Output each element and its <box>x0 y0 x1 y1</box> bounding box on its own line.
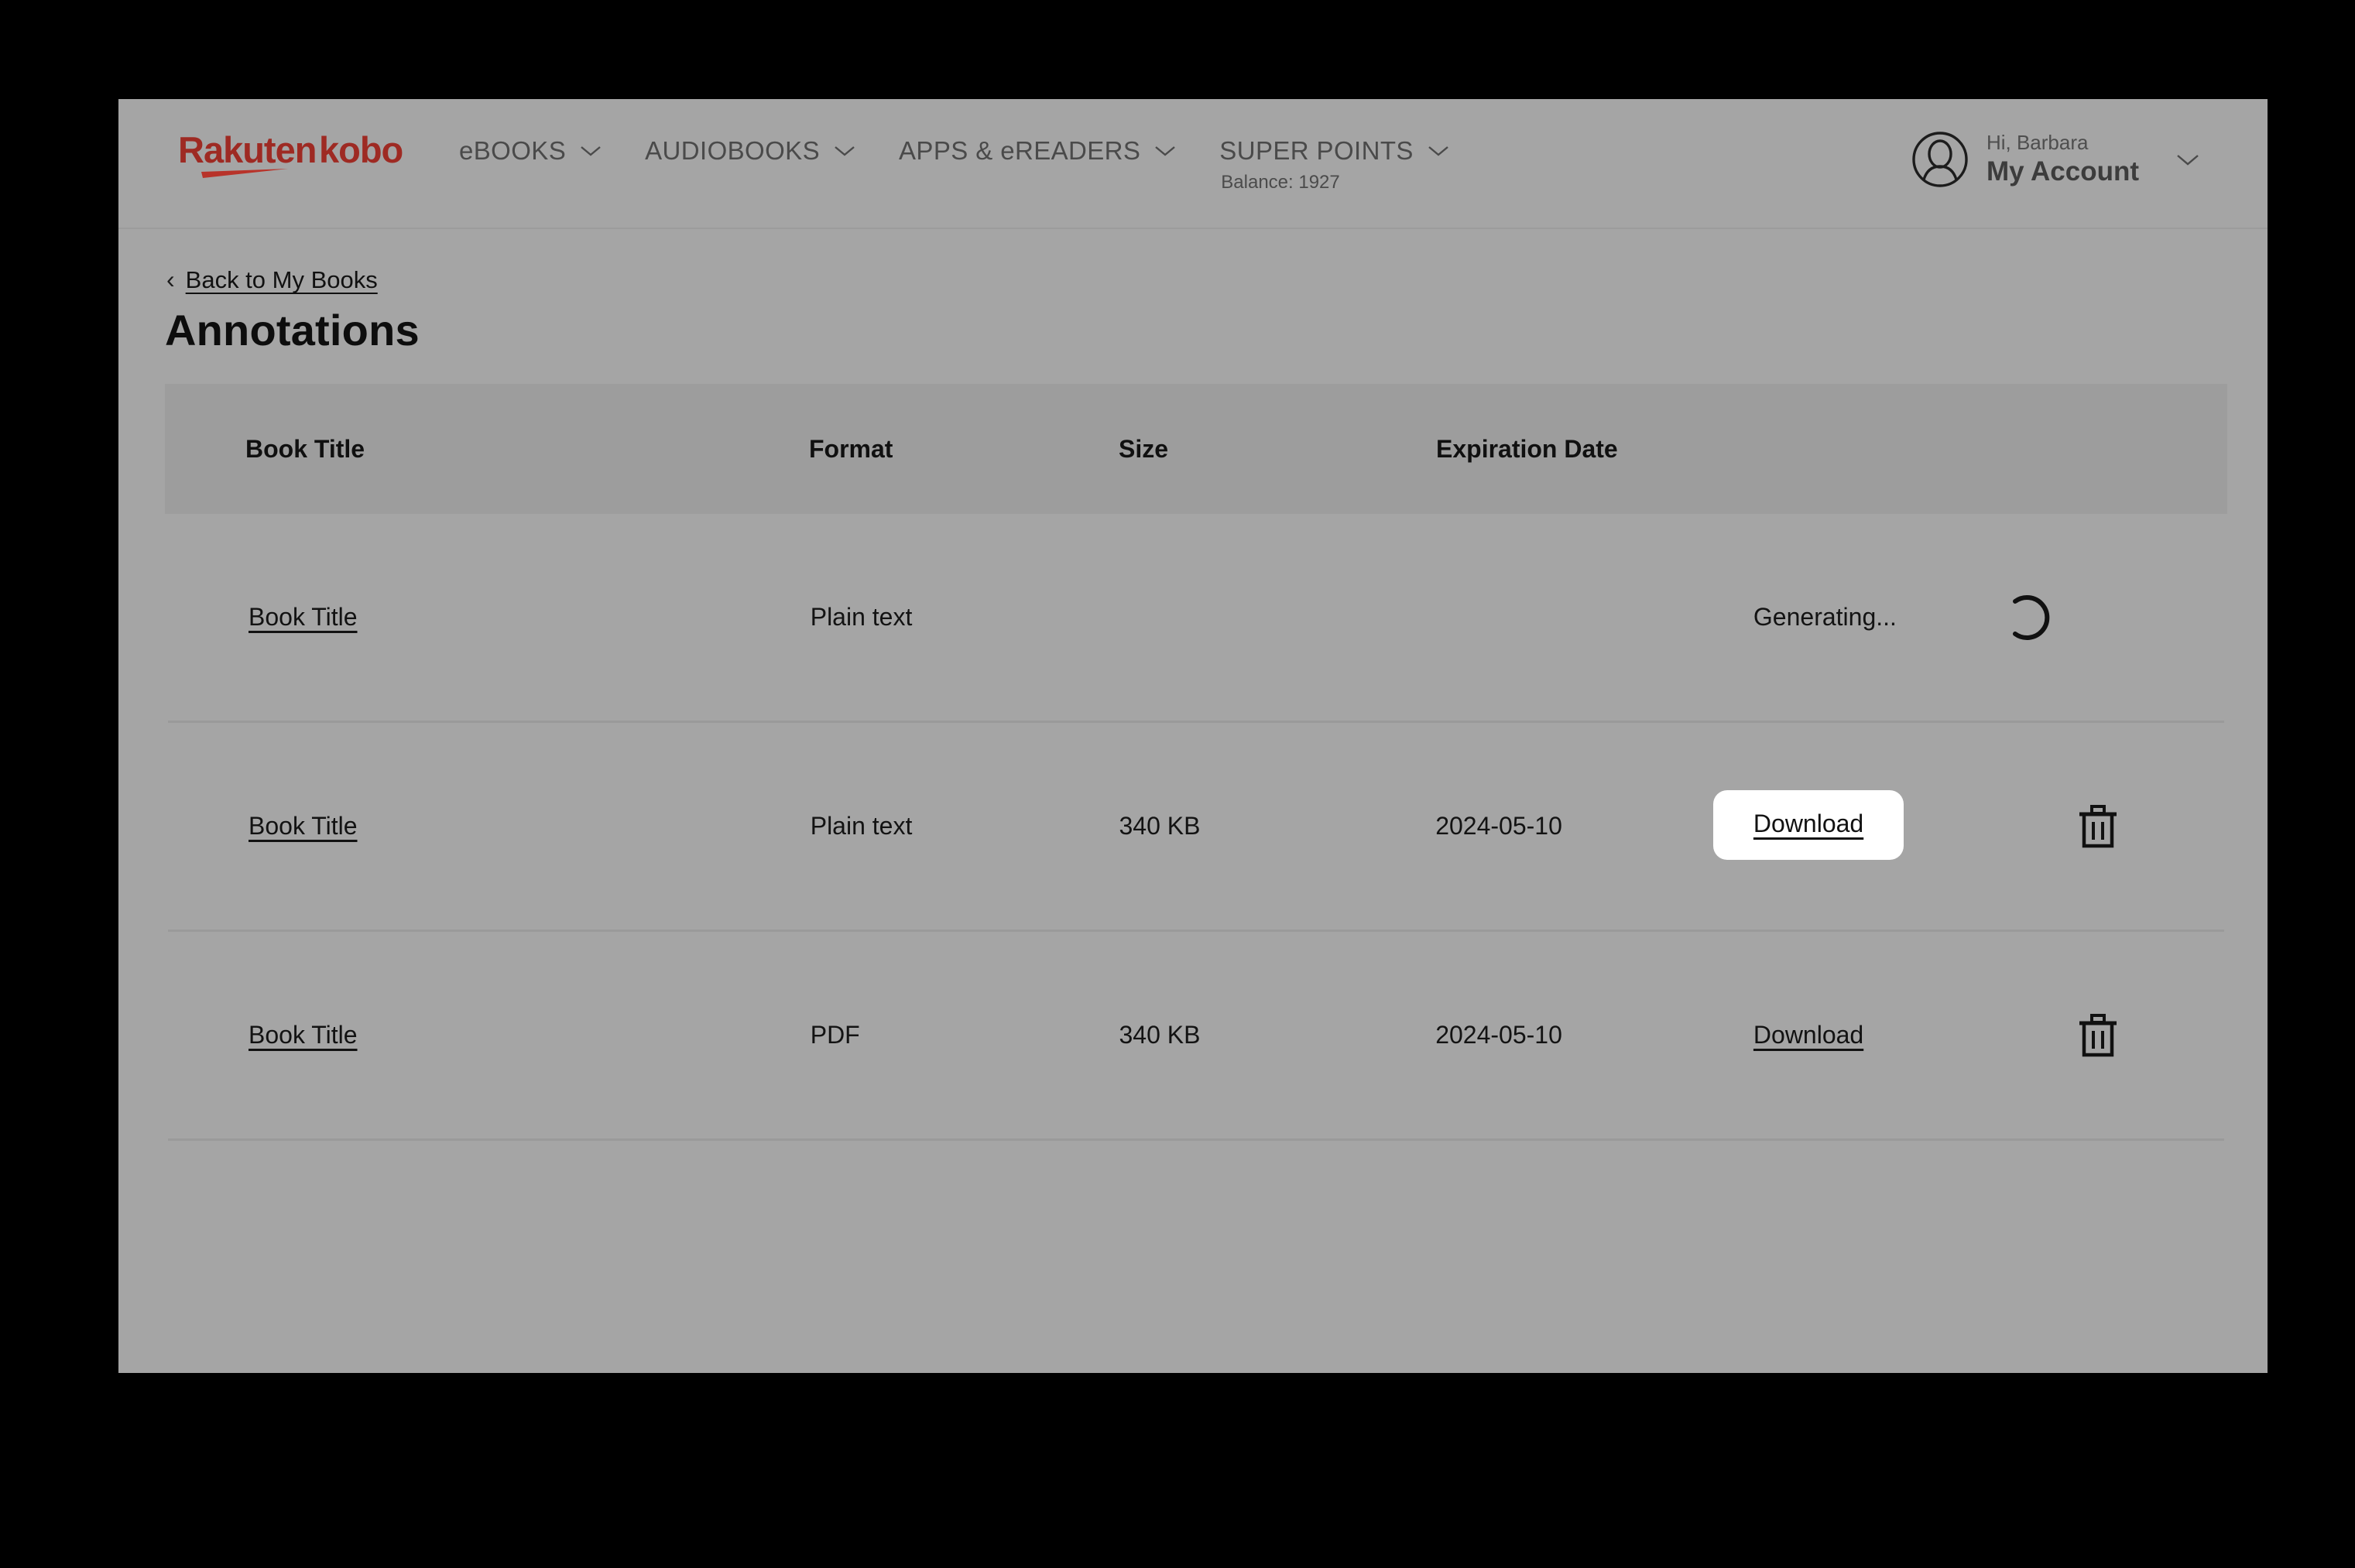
cell-format: Plain text <box>810 812 913 840</box>
cell-expiration-date: 2024-05-10 <box>1435 812 1562 840</box>
page-title: Annotations <box>165 306 420 354</box>
site-header: Rakuten kobo eBOOKS AUDIOBOOKS APPS & eR… <box>118 99 2268 229</box>
column-header-format: Format <box>809 434 893 463</box>
nav-item-super-points[interactable]: SUPER POINTS Balance: 1927 <box>1219 136 1449 193</box>
svg-text:kobo: kobo <box>319 129 403 170</box>
column-header-book-title: Book Title <box>245 434 365 463</box>
breadcrumb-label: Back to My Books <box>185 266 378 293</box>
table-row: Book Title Plain text Generating... <box>168 514 2224 723</box>
svg-text:Rakuten: Rakuten <box>178 129 316 170</box>
book-title-link[interactable]: Book Title <box>249 1021 358 1049</box>
loading-spinner-icon <box>2004 594 2052 642</box>
cell-expiration-date: 2024-05-10 <box>1435 1021 1562 1049</box>
chevron-left-icon: ‹ <box>166 265 175 293</box>
chevron-down-icon <box>1154 145 1176 157</box>
status-generating: Generating... <box>1753 603 1897 631</box>
download-link[interactable]: Download <box>1753 1021 1863 1049</box>
nav-label: SUPER POINTS <box>1219 136 1414 165</box>
column-header-expiration-date: Expiration Date <box>1436 434 1618 463</box>
table-header-row: Book Title Format Size Expiration Date <box>165 384 2227 514</box>
nav-label: AUDIOBOOKS <box>645 136 821 165</box>
table-row: Book Title PDF 340 KB 2024-05-10 Downloa… <box>168 932 2224 1141</box>
nav-label: APPS & eREADERS <box>899 136 1141 165</box>
annotations-table: Book Title Format Size Expiration Date B… <box>165 384 2227 1141</box>
page-container: Rakuten kobo eBOOKS AUDIOBOOKS APPS & eR… <box>118 99 2268 1373</box>
column-header-size: Size <box>1119 434 1169 463</box>
cell-size: 340 KB <box>1119 1021 1201 1049</box>
trash-icon[interactable] <box>2078 1013 2118 1058</box>
account-name: My Account <box>1986 156 2139 187</box>
download-button-highlighted[interactable]: Download <box>1712 790 1904 860</box>
cell-format: PDF <box>810 1021 860 1049</box>
nav-label: eBOOKS <box>459 136 567 165</box>
book-title-link[interactable]: Book Title <box>249 603 358 631</box>
chevron-down-icon <box>2176 153 2199 166</box>
breadcrumb-back-to-my-books[interactable]: ‹ Back to My Books <box>166 266 378 294</box>
my-account-menu[interactable]: Hi, Barbara My Account <box>1911 130 2199 189</box>
chevron-down-icon <box>580 145 602 157</box>
cell-size: 340 KB <box>1119 812 1201 840</box>
chevron-down-icon <box>1428 145 1449 157</box>
primary-nav: eBOOKS AUDIOBOOKS APPS & eREADERS SUPER … <box>459 99 1493 266</box>
nav-item-apps-ereaders[interactable]: APPS & eREADERS <box>899 136 1176 166</box>
cell-format: Plain text <box>810 603 913 631</box>
nav-item-audiobooks[interactable]: AUDIOBOOKS <box>645 136 855 166</box>
nav-item-ebooks[interactable]: eBOOKS <box>459 136 602 166</box>
chevron-down-icon <box>834 145 855 157</box>
book-title-link[interactable]: Book Title <box>249 812 358 840</box>
download-link[interactable]: Download <box>1753 810 1863 838</box>
super-points-balance: Balance: 1927 <box>1221 172 1340 193</box>
table-row: Book Title Plain text 340 KB 2024-05-10 … <box>168 723 2224 932</box>
account-greeting: Hi, Barbara <box>1986 131 2089 155</box>
rakuten-kobo-logo[interactable]: Rakuten kobo <box>178 127 403 183</box>
trash-icon[interactable] <box>2078 804 2118 849</box>
user-avatar-icon <box>1911 130 1969 189</box>
account-text: Hi, Barbara My Account <box>1986 132 2139 186</box>
